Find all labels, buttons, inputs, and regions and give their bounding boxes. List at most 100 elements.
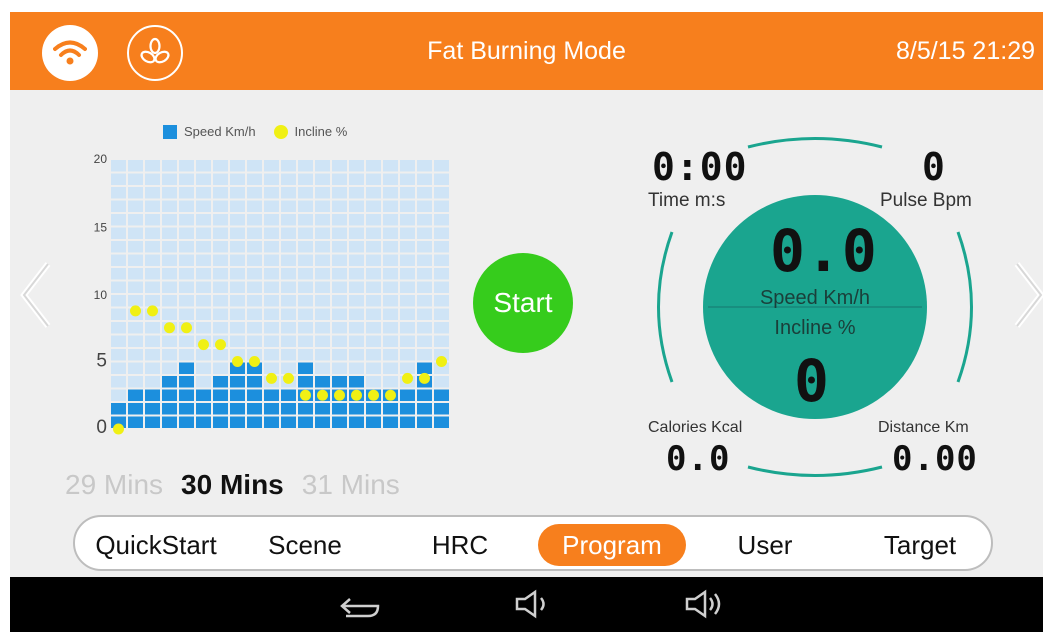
- duration-prev[interactable]: 29 Mins: [65, 469, 163, 509]
- grid-cell: [383, 295, 398, 307]
- speed-bar-cell: [400, 416, 415, 428]
- grid-cell: [281, 254, 296, 266]
- grid-cell: [264, 362, 279, 374]
- incline-point: [368, 389, 379, 401]
- grid-cell: [281, 187, 296, 199]
- grid-cell: [400, 200, 415, 212]
- duration-selector[interactable]: 29 Mins 30 Mins 31 Mins: [65, 469, 445, 509]
- grid-cell: [145, 160, 160, 172]
- grid-cell: [162, 349, 177, 361]
- speed-bar-cell: [230, 403, 245, 415]
- grid-cell: [366, 173, 381, 185]
- grid-cell: [281, 281, 296, 293]
- grid-cell: [349, 362, 364, 374]
- grid-cell: [298, 160, 313, 172]
- grid-cell: [230, 281, 245, 293]
- grid-cell: [230, 200, 245, 212]
- grid-cell: [298, 254, 313, 266]
- grid-cell: [298, 241, 313, 253]
- grid-cell: [417, 254, 432, 266]
- grid-cell: [230, 308, 245, 320]
- grid-cell: [128, 322, 143, 334]
- grid-cell: [111, 200, 126, 212]
- grid-cell: [434, 376, 449, 388]
- grid-cell: [128, 187, 143, 199]
- grid-cell: [247, 227, 262, 239]
- grid-cell: [434, 281, 449, 293]
- next-page-button[interactable]: [1013, 262, 1043, 333]
- grid-cell: [349, 227, 364, 239]
- grid-cell: [230, 322, 245, 334]
- grid-cell: [264, 254, 279, 266]
- grid-cell: [111, 281, 126, 293]
- grid-cell: [349, 160, 364, 172]
- grid-cell: [145, 200, 160, 212]
- grid-cell: [145, 173, 160, 185]
- grid-cell: [417, 268, 432, 280]
- grid-cell: [179, 281, 194, 293]
- grid-cell: [400, 308, 415, 320]
- grid-cell: [247, 214, 262, 226]
- grid-cell: [230, 160, 245, 172]
- grid-cell: [128, 227, 143, 239]
- grid-cell: [332, 322, 347, 334]
- speed-bar-cell: [247, 389, 262, 401]
- volume-down-button[interactable]: [513, 589, 553, 624]
- grid-cell: [213, 362, 228, 374]
- grid-cell: [349, 349, 364, 361]
- incline-point: [232, 356, 243, 367]
- calories-label: Calories Kcal: [648, 419, 743, 436]
- grid-cell: [145, 254, 160, 266]
- grid-cell: [349, 214, 364, 226]
- duration-next[interactable]: 31 Mins: [302, 469, 400, 509]
- incline-point: [436, 356, 447, 367]
- grid-cell: [315, 254, 330, 266]
- tab-hrc[interactable]: HRC: [405, 524, 515, 566]
- speed-bar-cell: [179, 416, 194, 428]
- tab-program[interactable]: Program: [538, 524, 686, 566]
- grid-cell: [264, 200, 279, 212]
- grid-cell: [383, 281, 398, 293]
- tab-user[interactable]: User: [715, 524, 815, 566]
- grid-cell: [213, 281, 228, 293]
- back-button[interactable]: [338, 589, 382, 624]
- grid-cell: [332, 173, 347, 185]
- grid-cell: [264, 308, 279, 320]
- grid-cell: [213, 268, 228, 280]
- workout-dashboard: 0:00 Time m:s 0 Pulse Bpm 0.0 Speed Km/h…: [630, 127, 1000, 487]
- grid-cell: [434, 322, 449, 334]
- incline-point: [164, 322, 175, 334]
- grid-cell: [332, 214, 347, 226]
- volume-up-button[interactable]: [683, 589, 727, 624]
- grid-cell: [383, 349, 398, 361]
- grid-cell: [247, 187, 262, 199]
- incline-point: [113, 423, 124, 435]
- tab-scene[interactable]: Scene: [245, 524, 365, 566]
- grid-cell: [196, 254, 211, 266]
- grid-cell: [434, 173, 449, 185]
- grid-cell: [315, 322, 330, 334]
- grid-cell: [196, 227, 211, 239]
- grid-cell: [196, 241, 211, 253]
- grid-cell: [111, 268, 126, 280]
- speed-bar-cell: [281, 416, 296, 428]
- grid-cell: [162, 241, 177, 253]
- speed-bar-cell: [315, 416, 330, 428]
- duration-current[interactable]: 30 Mins: [181, 469, 284, 509]
- speed-bar-cell: [247, 403, 262, 415]
- prev-page-button[interactable]: [20, 262, 52, 333]
- grid-cell: [145, 376, 160, 388]
- speed-bar-cell: [128, 389, 143, 401]
- grid-cell: [434, 295, 449, 307]
- tab-target[interactable]: Target: [860, 524, 980, 566]
- grid-cell: [417, 214, 432, 226]
- grid-cell: [162, 295, 177, 307]
- tab-quickstart[interactable]: QuickStart: [83, 524, 229, 566]
- start-button[interactable]: Start: [473, 253, 573, 353]
- grid-cell: [111, 173, 126, 185]
- grid-cell: [298, 200, 313, 212]
- incline-point: [266, 372, 277, 384]
- y-tick-label: 5: [96, 351, 107, 372]
- grid-cell: [162, 187, 177, 199]
- speed-bar-cell: [213, 416, 228, 428]
